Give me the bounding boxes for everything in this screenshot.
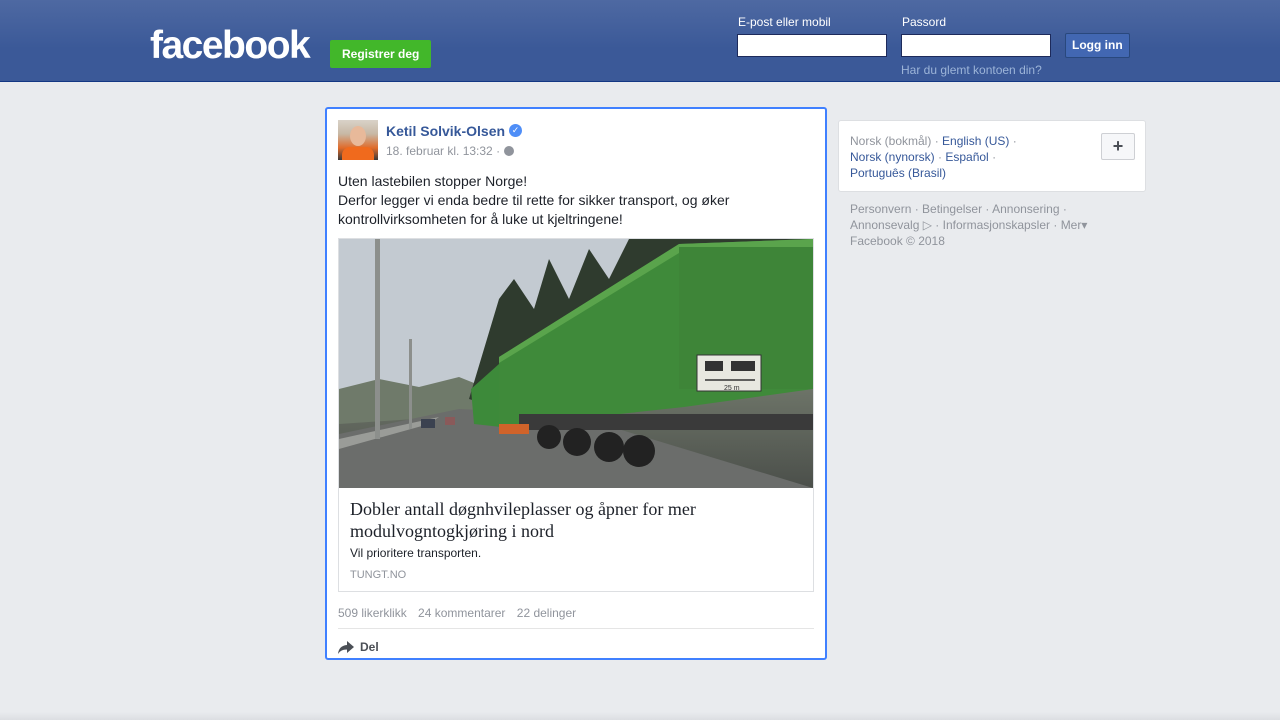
forgot-account-link[interactable]: Har du glemt kontoen din? <box>901 63 1042 77</box>
author-avatar[interactable] <box>338 120 378 160</box>
language-link-portuguese[interactable]: Português (Brasil) <box>850 166 946 180</box>
chevron-down-icon: ▾ <box>1081 218 1088 232</box>
email-input[interactable] <box>737 34 887 57</box>
email-label: E-post eller mobil <box>738 15 831 29</box>
facebook-logo[interactable]: facebook <box>150 26 311 65</box>
avatar-vest <box>342 147 374 160</box>
truck-photo: 25 m <box>339 239 813 488</box>
more-languages-plus-button[interactable]: + <box>1101 133 1135 160</box>
avatar-face <box>350 126 366 146</box>
post-card: Ketil Solvik-Olsen ✓ 18. februar kl. 13:… <box>325 107 827 660</box>
footer-link-ad-choices[interactable]: Annonsevalg <box>850 218 919 232</box>
comments-count[interactable]: 24 kommentarer <box>418 606 505 620</box>
author-name-link[interactable]: Ketil Solvik-Olsen <box>386 123 505 139</box>
footer-link-cookies[interactable]: Informasjonskapsler <box>943 218 1050 232</box>
sign-text: 25 m <box>724 385 740 392</box>
stats-divider <box>338 628 814 629</box>
footer-link-terms[interactable]: Betingelser <box>922 202 982 216</box>
link-preview-image[interactable]: 25 m <box>339 239 813 488</box>
share-arrow-icon <box>338 640 354 654</box>
link-title[interactable]: Dobler antall døgnhvileplasser og åpner … <box>350 498 780 542</box>
link-preview-body[interactable]: Dobler antall døgnhvileplasser og åpner … <box>339 488 813 591</box>
globe-icon <box>504 146 514 156</box>
footer-links: Personvern · Betingelser · Annonsering ·… <box>850 201 1110 249</box>
password-label: Passord <box>902 15 947 29</box>
link-description: Vil prioritere transporten. <box>350 546 482 560</box>
copyright-text: Facebook © 2018 <box>850 234 945 248</box>
post-text-line: kontrollvirksomheten for å luke ut kjelt… <box>338 211 623 227</box>
link-preview-card[interactable]: 25 m Dobler antall døgnhvileplasser og å… <box>338 238 814 592</box>
current-language: Norsk (bokmål) <box>850 134 932 148</box>
link-domain: TUNGT.NO <box>350 569 407 581</box>
post-text-line: Derfor legger vi enda bedre til rette fo… <box>338 192 730 208</box>
verified-badge-icon: ✓ <box>509 124 522 137</box>
post-timestamp[interactable]: 18. februar kl. 13:32 · <box>386 144 500 158</box>
language-link-nynorsk[interactable]: Norsk (nynorsk) <box>850 150 935 164</box>
likes-count[interactable]: 509 likerklikk <box>338 606 407 620</box>
language-link-spanish[interactable]: Español <box>945 150 988 164</box>
top-bar: facebook Registrer deg E-post eller mobi… <box>0 0 1280 82</box>
language-selector-box: Norsk (bokmål) · English (US) · Norsk (n… <box>838 120 1146 192</box>
footer-link-more[interactable]: Mer <box>1061 218 1082 232</box>
post-text-line: Uten lastebilen stopper Norge! <box>338 173 528 189</box>
login-button[interactable]: Logg inn <box>1065 33 1130 58</box>
register-button[interactable]: Registrer deg <box>330 40 432 68</box>
post-stats: 509 likerklikk 24 kommentarer 22 delinge… <box>338 606 584 620</box>
share-button[interactable]: Del <box>338 637 379 657</box>
post-text: Uten lastebilen stopper Norge! Derfor le… <box>338 172 808 229</box>
password-input[interactable] <box>901 34 1051 57</box>
bottom-shadow <box>0 712 1280 720</box>
shares-count[interactable]: 22 delinger <box>517 606 576 620</box>
language-list: Norsk (bokmål) · English (US) · Norsk (n… <box>850 134 1017 180</box>
footer-link-advertising[interactable]: Annonsering <box>992 202 1059 216</box>
share-label: Del <box>360 640 379 654</box>
footer-link-privacy[interactable]: Personvern <box>850 202 911 216</box>
ad-choices-icon: ▷ <box>919 218 932 232</box>
language-link-english[interactable]: English (US) <box>942 134 1009 148</box>
